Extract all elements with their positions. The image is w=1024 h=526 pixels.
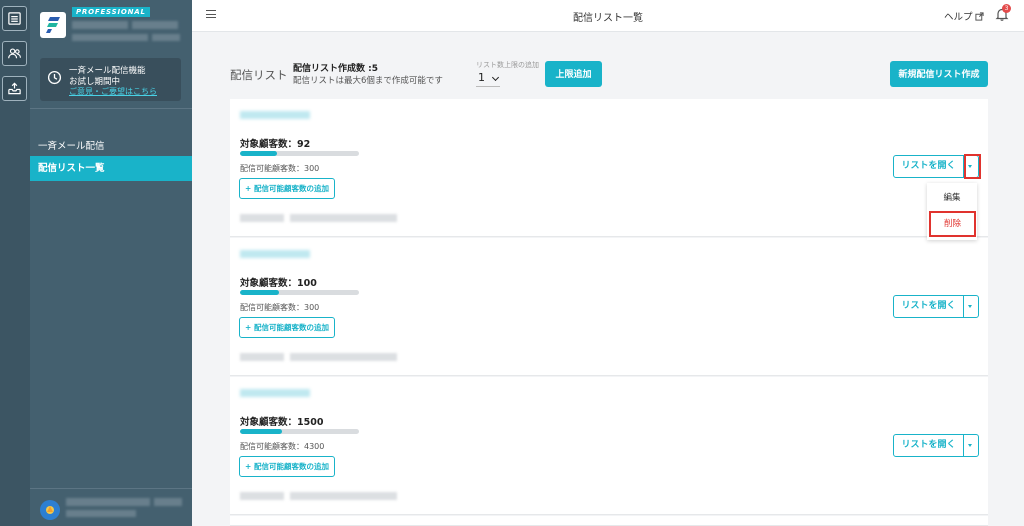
list-name[interactable] (240, 250, 310, 258)
inbox-upload-icon[interactable] (2, 76, 27, 101)
sidebar: PROFESSIONAL 一斉メール配信機能 お試し期間中 ご意見・ご要望はこち… (30, 0, 192, 526)
list-meta-date (290, 492, 397, 500)
icon-rail (0, 0, 30, 526)
list-meta (240, 214, 284, 222)
open-list-button-group: リストを開く (893, 295, 979, 318)
account-sub-part (152, 34, 180, 41)
avatar-icon (46, 506, 54, 514)
professional-badge: PROFESSIONAL (72, 7, 150, 17)
capacity-bar-fill (240, 429, 282, 434)
account-name-part (132, 21, 178, 29)
max-lists-note: 配信リストは最大6個まで作成可能です (293, 76, 443, 86)
list-card (230, 516, 988, 526)
open-list-button[interactable]: リストを開く (894, 435, 964, 456)
user-email (66, 510, 136, 517)
list-card: 対象顧客数：100 配信可能顧客数：300 + 配信可能顧客数の追加 リストを開… (230, 238, 988, 376)
open-list-button[interactable]: リストを開く (894, 156, 964, 177)
add-deliverable-button[interactable]: + 配信可能顧客数の追加 (239, 178, 335, 199)
list-action-menu: 編集 削除 (927, 183, 977, 240)
capacity-bar-fill (240, 290, 280, 295)
limit-value: 1 (478, 71, 485, 84)
add-deliverable-button[interactable]: + 配信可能顧客数の追加 (239, 456, 335, 477)
add-deliverable-button[interactable]: + 配信可能顧客数の追加 (239, 317, 335, 338)
sidebar-divider (30, 108, 192, 109)
deliverable-count: 配信可能顧客数：300 (240, 164, 320, 173)
sidebar-item-list-overview[interactable]: 配信リスト一覧 (30, 156, 192, 181)
add-limit-button[interactable]: 上限追加 (545, 61, 602, 87)
list-name[interactable] (240, 389, 310, 397)
user-name-part (154, 498, 182, 506)
caret-down-icon[interactable] (963, 435, 978, 456)
list-meta-date (290, 353, 397, 361)
capacity-bar (240, 151, 359, 156)
section-title: 配信リスト (230, 68, 288, 82)
help-label: ヘルプ (944, 12, 973, 23)
external-link-icon (974, 12, 984, 21)
help-link[interactable]: ヘルプ (944, 9, 984, 23)
menu-item-edit[interactable]: 編集 (927, 191, 977, 203)
target-count: 対象顧客数：1500 (240, 417, 324, 428)
capacity-bar (240, 290, 359, 295)
capacity-bar (240, 429, 359, 434)
target-count: 対象顧客数：92 (240, 139, 311, 150)
caret-highlight (964, 154, 981, 179)
app-logo (40, 12, 66, 38)
chevron-down-icon (491, 73, 500, 82)
page-title: 配信リスト一覧 (573, 13, 643, 24)
account-sub (72, 34, 148, 41)
feedback-link[interactable]: ご意見・ご要望はこちら (69, 86, 157, 97)
list-card: 対象顧客数：92 配信可能顧客数：300 + 配信可能顧客数の追加 リストを開く (230, 99, 988, 237)
list-icon[interactable] (2, 6, 27, 31)
created-count: 配信リスト作成数 :5 (293, 64, 378, 74)
open-list-button[interactable]: リストを開く (894, 296, 964, 317)
list-name[interactable] (240, 111, 310, 119)
top-bar: 配信リスト一覧 ヘルプ 3 (192, 0, 1024, 32)
deliverable-count: 配信可能顧客数：4300 (240, 442, 325, 451)
limit-label: リスト数上限の追加 (476, 61, 539, 69)
user-footer (30, 488, 192, 526)
caret-down-icon[interactable] (963, 296, 978, 317)
open-list-button-group: リストを開く (893, 434, 979, 457)
user-name (66, 498, 150, 506)
account-name (72, 21, 128, 29)
list-card: 対象顧客数：1500 配信可能顧客数：4300 + 配信可能顧客数の追加 リスト… (230, 377, 988, 515)
target-count: 対象顧客数：100 (240, 278, 317, 289)
capacity-bar-fill (240, 151, 277, 156)
list-meta-date (290, 214, 397, 222)
menu-item-delete[interactable]: 削除 (929, 211, 976, 237)
deliverable-count: 配信可能顧客数：300 (240, 303, 320, 312)
notification-badge: 3 (1002, 4, 1011, 13)
limit-select[interactable]: 1 (476, 71, 500, 87)
users-icon[interactable] (2, 41, 27, 66)
new-list-button[interactable]: 新規配信リスト作成 (890, 61, 988, 87)
avatar[interactable] (40, 500, 60, 520)
list-meta (240, 353, 284, 361)
logo-icon (46, 17, 60, 33)
clock-icon (47, 70, 62, 85)
sidebar-item-bulk-mail[interactable]: 一斉メール配信 (38, 138, 105, 152)
trial-notice: 一斉メール配信機能 お試し期間中 ご意見・ご要望はこちら (40, 58, 181, 101)
list-meta (240, 492, 284, 500)
